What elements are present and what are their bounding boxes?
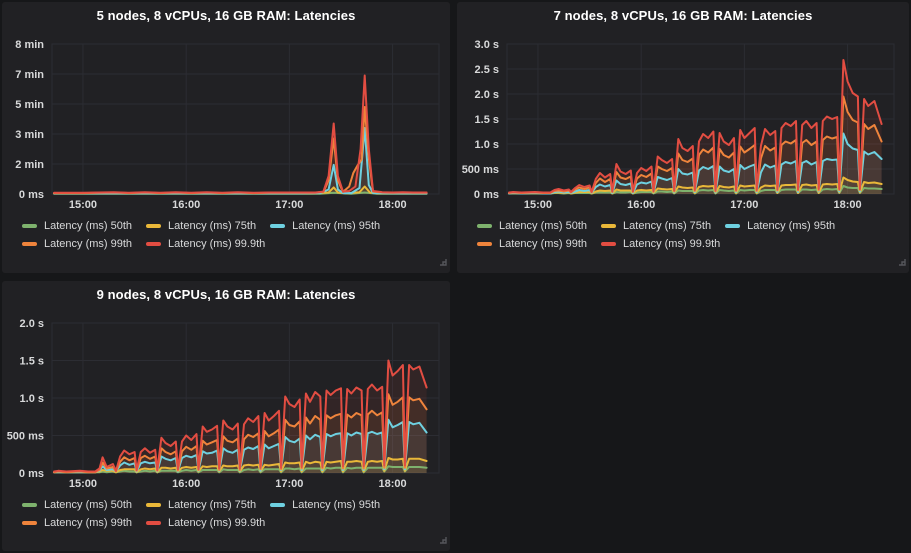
x-axis-tick-label: 16:00 <box>172 478 200 490</box>
y-axis-tick-label: 500 ms <box>7 431 44 443</box>
y-axis-tick-label: 2.0 s <box>20 318 44 330</box>
series-color-swatch-icon <box>146 224 161 228</box>
y-axis-tick-label: 5 min <box>15 99 44 111</box>
legend-item[interactable]: Latency (ms) 99.9th <box>601 238 720 250</box>
legend: Latency (ms) 50th Latency (ms) 75th Latenc… <box>2 212 450 256</box>
series-color-swatch-icon <box>270 503 285 507</box>
x-axis-tick-label: 17:00 <box>730 199 758 211</box>
legend-label: Latency (ms) 99th <box>499 238 587 250</box>
x-axis-tick-label: 18:00 <box>378 199 406 211</box>
y-axis-tick-label: 1.5 s <box>475 114 499 126</box>
x-axis-tick-label: 15:00 <box>524 199 552 211</box>
legend-item[interactable]: Latency (ms) 50th <box>22 220 132 232</box>
legend-label: Latency (ms) 50th <box>499 220 587 232</box>
legend-label: Latency (ms) 75th <box>168 220 256 232</box>
legend-label: Latency (ms) 99.9th <box>168 238 265 250</box>
legend-label: Latency (ms) 99.9th <box>623 238 720 250</box>
y-axis-tick-label: 3.0 s <box>475 39 499 51</box>
panel-title[interactable]: 7 nodes, 8 vCPUs, 16 GB RAM: Latencies <box>457 2 909 28</box>
x-axis-tick-label: 15:00 <box>69 199 97 211</box>
legend-label: Latency (ms) 95th <box>292 499 380 511</box>
series-color-swatch-icon <box>725 224 740 228</box>
y-axis-tick-label: 2.0 s <box>475 89 499 101</box>
legend-label: Latency (ms) 99th <box>44 517 132 529</box>
legend-item[interactable]: Latency (ms) 99th <box>22 238 132 250</box>
y-axis-tick-label: 0 ms <box>19 189 44 201</box>
legend-item[interactable]: Latency (ms) 99th <box>477 238 587 250</box>
y-axis-tick-label: 2.5 s <box>475 64 499 76</box>
y-axis-tick-label: 1.0 s <box>475 139 499 151</box>
y-axis-tick-label: 1.0 s <box>20 393 44 405</box>
series-color-swatch-icon <box>22 242 37 246</box>
grid-and-axes: 0 ms 2 min 3 min 5 min 7 min 8 min 15:00 16:00 1… <box>15 39 439 211</box>
panel-5-nodes-latencies: 5 nodes, 8 vCPUs, 16 GB RAM: Latencies 0… <box>2 2 450 273</box>
latency-time-series-chart[interactable]: 0 ms 2 min 3 min 5 min 7 min 8 min 15:00 16:00 1… <box>2 28 448 212</box>
legend-item[interactable]: Latency (ms) 99.9th <box>146 238 265 250</box>
legend-label: Latency (ms) 50th <box>44 220 132 232</box>
legend-label: Latency (ms) 95th <box>747 220 835 232</box>
panel-title[interactable]: 5 nodes, 8 vCPUs, 16 GB RAM: Latencies <box>2 2 450 28</box>
y-axis-tick-label: 0 ms <box>19 468 44 480</box>
series-color-swatch-icon <box>477 224 492 228</box>
legend-item[interactable]: Latency (ms) 95th <box>270 499 380 511</box>
y-axis-tick-label: 8 min <box>15 39 44 51</box>
y-axis-tick-label: 1.5 s <box>20 356 44 368</box>
series-color-swatch-icon <box>22 503 37 507</box>
legend-item[interactable]: Latency (ms) 99.9th <box>146 517 265 529</box>
legend-item[interactable]: Latency (ms) 95th <box>270 220 380 232</box>
panel-resize-handle-icon[interactable] <box>898 253 906 271</box>
legend-label: Latency (ms) 95th <box>292 220 380 232</box>
legend-item[interactable]: Latency (ms) 75th <box>146 499 256 511</box>
dashboard-grid: 5 nodes, 8 vCPUs, 16 GB RAM: Latencies 0… <box>0 0 911 553</box>
legend-item[interactable]: Latency (ms) 99th <box>22 517 132 529</box>
y-axis-tick-label: 3 min <box>15 129 44 141</box>
series-color-swatch-icon <box>601 242 616 246</box>
x-axis-tick-label: 16:00 <box>627 199 655 211</box>
y-axis-tick-label: 0 ms <box>474 189 499 201</box>
legend-label: Latency (ms) 99.9th <box>168 517 265 529</box>
panel-9-nodes-latencies: 9 nodes, 8 vCPUs, 16 GB RAM: Latencies 0… <box>2 281 450 551</box>
panel-title[interactable]: 9 nodes, 8 vCPUs, 16 GB RAM: Latencies <box>2 281 450 307</box>
x-axis-tick-label: 18:00 <box>378 478 406 490</box>
series-color-swatch-icon <box>22 521 37 525</box>
latency-time-series-chart[interactable]: 0 ms 500 ms 1.0 s 1.5 s 2.0 s 15:00 16:00 17:00… <box>2 307 448 491</box>
legend-label: Latency (ms) 75th <box>623 220 711 232</box>
legend-label: Latency (ms) 75th <box>168 499 256 511</box>
legend-label: Latency (ms) 99th <box>44 238 132 250</box>
x-axis-tick-label: 17:00 <box>275 478 303 490</box>
panel-resize-handle-icon[interactable] <box>439 531 447 549</box>
x-axis-tick-label: 18:00 <box>833 199 861 211</box>
legend: Latency (ms) 50th Latency (ms) 75th Latenc… <box>2 491 450 535</box>
series-color-swatch-icon <box>22 224 37 228</box>
legend-item[interactable]: Latency (ms) 75th <box>146 220 256 232</box>
legend-item[interactable]: Latency (ms) 50th <box>22 499 132 511</box>
legend-item[interactable]: Latency (ms) 50th <box>477 220 587 232</box>
x-axis-tick-label: 15:00 <box>69 478 97 490</box>
series-color-swatch-icon <box>270 224 285 228</box>
series-lines <box>54 76 427 194</box>
series-color-swatch-icon <box>477 242 492 246</box>
series-color-swatch-icon <box>146 503 161 507</box>
legend-item[interactable]: Latency (ms) 75th <box>601 220 711 232</box>
series-line <box>54 107 427 193</box>
legend-item[interactable]: Latency (ms) 95th <box>725 220 835 232</box>
panel-7-nodes-latencies: 7 nodes, 8 vCPUs, 16 GB RAM: Latencies 0… <box>457 2 909 273</box>
x-axis-tick-label: 17:00 <box>275 199 303 211</box>
y-axis-tick-label: 2 min <box>15 159 44 171</box>
legend-label: Latency (ms) 50th <box>44 499 132 511</box>
y-axis-tick-label: 7 min <box>15 69 44 81</box>
latency-time-series-chart[interactable]: 0 ms 500 ms 1.0 s 1.5 s 2.0 s 2.5 s 3.0 s 15:00… <box>457 28 903 212</box>
series-color-swatch-icon <box>146 242 161 246</box>
y-axis-tick-label: 500 ms <box>462 164 499 176</box>
panel-resize-handle-icon[interactable] <box>439 253 447 271</box>
legend: Latency (ms) 50th Latency (ms) 75th Latenc… <box>457 212 909 256</box>
series-color-swatch-icon <box>601 224 616 228</box>
series-color-swatch-icon <box>146 521 161 525</box>
x-axis-tick-label: 16:00 <box>172 199 200 211</box>
